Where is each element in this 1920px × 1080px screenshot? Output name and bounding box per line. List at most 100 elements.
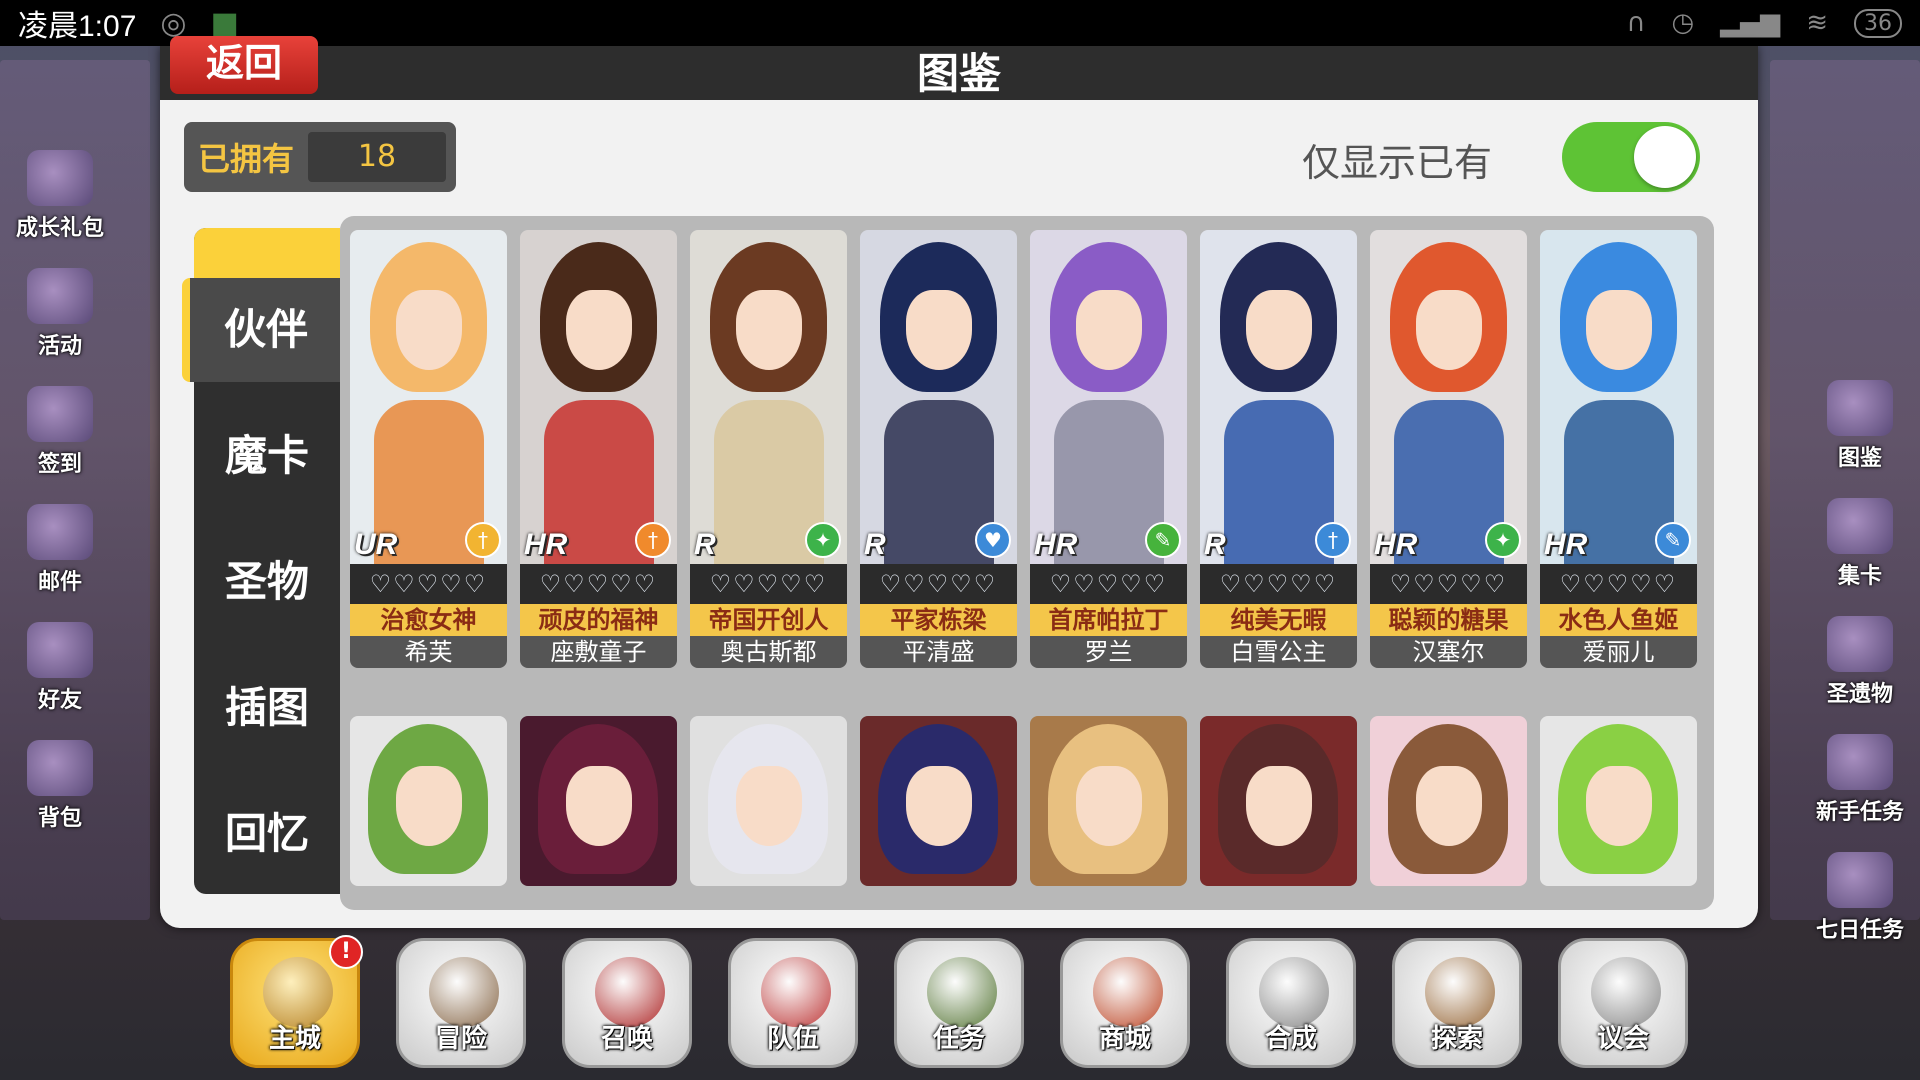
partner-card[interactable]: R † ♡♡♡♡♡ 纯美无暇 白雪公主 — [1200, 230, 1357, 690]
partner-card-partial[interactable] — [690, 716, 847, 886]
card-name: 白雪公主 — [1200, 636, 1357, 668]
partner-card[interactable]: HR ✎ ♡♡♡♡♡ 水色人鱼姬 爱丽儿 — [1540, 230, 1697, 690]
right-menu-label: 圣遗物 — [1826, 682, 1893, 707]
portrait-face — [1246, 766, 1312, 846]
partner-card[interactable]: UR † ♡♡♡♡♡ 治愈女神 希芙 — [350, 230, 507, 690]
portrait-face — [396, 290, 462, 370]
tab-partners[interactable]: 伙伴 — [182, 278, 342, 382]
star-rating: ♡♡♡♡♡ — [350, 564, 507, 604]
star-rating: ♡♡♡♡♡ — [860, 564, 1017, 604]
element-icon: ✦ — [1485, 522, 1521, 558]
nav-icon — [761, 957, 831, 1027]
right-menu-label: 七日任务 — [1815, 918, 1904, 943]
nav-button[interactable]: 任务 — [894, 938, 1024, 1068]
portrait-face — [736, 290, 802, 370]
panel-title: 图鉴 — [916, 49, 1001, 98]
left-menu-item[interactable]: 活动 — [0, 268, 120, 360]
tab-illustrations[interactable]: 插图 — [194, 656, 340, 760]
card-name: 希芙 — [350, 636, 507, 668]
card-portrait: HR ✎ — [1540, 230, 1697, 564]
partner-card-partial[interactable] — [1030, 716, 1187, 886]
owned-counter: 已拥有 18 — [184, 122, 456, 192]
toggle-knob — [1634, 126, 1696, 188]
right-menu-item[interactable]: 图鉴 — [1800, 380, 1920, 472]
portrait-face — [1416, 290, 1482, 370]
nav-icon — [263, 957, 333, 1027]
partner-card-partial[interactable] — [520, 716, 677, 886]
rarity-badge: HR — [1374, 528, 1418, 561]
left-menu-label: 活动 — [37, 334, 82, 359]
partner-card-partial[interactable] — [1540, 716, 1697, 886]
right-menu-label: 图鉴 — [1837, 446, 1882, 471]
star-rating: ♡♡♡♡♡ — [1540, 564, 1697, 604]
card-title: 水色人鱼姬 — [1540, 604, 1697, 636]
nav-button[interactable]: 商城 — [1060, 938, 1190, 1068]
partner-card-partial[interactable] — [1370, 716, 1527, 886]
portrait-face — [566, 290, 632, 370]
nav-button[interactable]: 议会 — [1558, 938, 1688, 1068]
right-menu-item[interactable]: 圣遗物 — [1800, 616, 1920, 708]
nav-button[interactable]: 主城! — [230, 935, 363, 1068]
nav-button[interactable]: 冒险 — [396, 938, 526, 1068]
card-title: 帝国开创人 — [690, 604, 847, 636]
nav-icon — [1259, 957, 1329, 1027]
bottom-nav: 主城! 冒险 召唤 队伍 任务 商城 合成 探索 议会 — [230, 935, 1690, 1068]
status-time: 凌晨1:07 — [18, 10, 137, 43]
element-icon: † — [1315, 522, 1351, 558]
owned-label: 已拥有 — [198, 140, 295, 178]
card-grid: UR † ♡♡♡♡♡ 治愈女神 希芙 HR † ♡♡♡♡♡ 顽皮的福神 座敷童子 R ✦ ♡♡♡♡♡ 帝国… — [340, 216, 1714, 910]
card-title: 顽皮的福神 — [520, 604, 677, 636]
left-menu-item[interactable]: 背包 — [0, 740, 120, 832]
nav-button[interactable]: 队伍 — [728, 938, 858, 1068]
star-rating: ♡♡♡♡♡ — [1370, 564, 1527, 604]
nav-button[interactable]: 合成 — [1226, 938, 1356, 1068]
collection-panel: 返回 图鉴 已拥有 18 仅显示已有 伙伴 魔卡 圣物 插图 回忆 UR † ♡♡♡… — [160, 36, 1758, 928]
partner-card[interactable]: R ✦ ♡♡♡♡♡ 帝国开创人 奥古斯都 — [690, 230, 847, 690]
card-portrait: R ♥ — [860, 230, 1017, 564]
right-menu-icon — [1827, 616, 1893, 672]
card-title: 首席帕拉丁 — [1030, 604, 1187, 636]
partner-card[interactable]: HR ✎ ♡♡♡♡♡ 首席帕拉丁 罗兰 — [1030, 230, 1187, 690]
card-title: 治愈女神 — [350, 604, 507, 636]
left-menu-item[interactable]: 好友 — [0, 622, 120, 714]
left-menu-item[interactable]: 邮件 — [0, 504, 120, 596]
element-icon: ✎ — [1145, 522, 1181, 558]
alarm-icon: ◷ — [1671, 8, 1695, 38]
partner-card-partial[interactable] — [1200, 716, 1357, 886]
rarity-badge: R — [694, 528, 716, 561]
tab-relics[interactable]: 圣物 — [194, 530, 340, 634]
card-portrait: R ✦ — [690, 230, 847, 564]
show-owned-toggle[interactable] — [1562, 122, 1700, 192]
partner-card-partial[interactable] — [860, 716, 1017, 886]
partner-card[interactable]: R ♥ ♡♡♡♡♡ 平家栋梁 平清盛 — [860, 230, 1017, 690]
right-menu-item[interactable]: 集卡 — [1800, 498, 1920, 590]
portrait-face — [566, 766, 632, 846]
nav-icon — [1591, 957, 1661, 1027]
right-menu-item[interactable]: 新手任务 — [1800, 734, 1920, 826]
right-menu-label: 集卡 — [1837, 564, 1882, 589]
left-menu-item[interactable]: 成长礼包 — [0, 150, 120, 242]
left-menu-label: 背包 — [37, 806, 82, 831]
star-rating: ♡♡♡♡♡ — [520, 564, 677, 604]
nav-label: 合成 — [1264, 1024, 1317, 1054]
element-icon: † — [635, 522, 671, 558]
left-menu-label: 邮件 — [37, 570, 82, 595]
rarity-badge: HR — [1544, 528, 1588, 561]
portrait-face — [906, 290, 972, 370]
nav-label: 主城 — [268, 1024, 321, 1054]
portrait-face — [396, 766, 462, 846]
tab-magic-cards[interactable]: 魔卡 — [194, 404, 340, 508]
portrait-face — [1416, 766, 1482, 846]
partner-card[interactable]: HR ✦ ♡♡♡♡♡ 聪颖的糖果 汉塞尔 — [1370, 230, 1527, 690]
left-menu-label: 签到 — [37, 452, 82, 477]
partner-card[interactable]: HR † ♡♡♡♡♡ 顽皮的福神 座敷童子 — [520, 230, 677, 690]
element-icon: † — [465, 522, 501, 558]
nav-button[interactable]: 探索 — [1392, 938, 1522, 1068]
partner-card-partial[interactable] — [350, 716, 507, 886]
right-menu-item[interactable]: 七日任务 — [1800, 852, 1920, 944]
nav-button[interactable]: 召唤 — [562, 938, 692, 1068]
card-portrait: UR † — [350, 230, 507, 564]
left-menu-item[interactable]: 签到 — [0, 386, 120, 478]
portrait-face — [906, 766, 972, 846]
tab-memories[interactable]: 回忆 — [194, 782, 340, 886]
